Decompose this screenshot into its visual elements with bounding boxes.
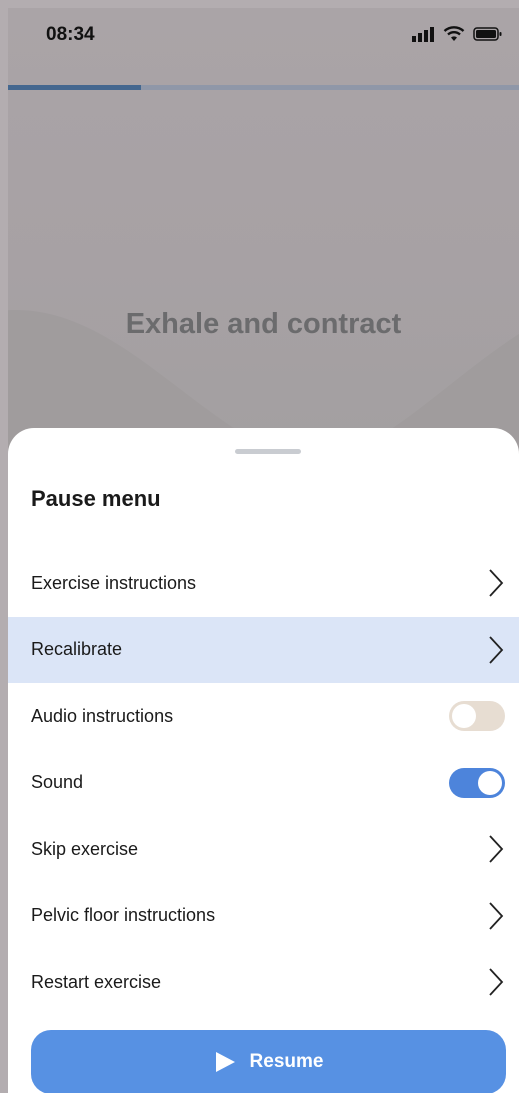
pause-menu-title: Pause menu [31, 486, 161, 511]
menu-item-sound: Sound [8, 750, 519, 817]
status-icons [411, 26, 503, 42]
menu-item-label: Recalibrate [31, 639, 123, 660]
chevron-right-icon [489, 968, 504, 996]
exercise-prompt: Exhale and contract [125, 308, 402, 340]
menu-item-label: Sound [31, 772, 84, 793]
battery-icon [473, 27, 502, 41]
chevron-right-icon [489, 636, 504, 664]
chevron-right-icon [489, 902, 504, 930]
menu-item-restart-exercise[interactable]: Restart exercise [8, 949, 519, 1016]
play-icon [215, 1052, 235, 1072]
menu-item-skip-exercise[interactable]: Skip exercise [8, 816, 519, 883]
pause-menu-sheet: Pause menu Exercise instructions Recalib… [8, 428, 519, 1093]
audio-instructions-toggle[interactable] [449, 701, 505, 732]
menu-item-audio-instructions: Audio instructions [8, 683, 519, 750]
menu-item-label: Pelvic floor instructions [31, 905, 216, 926]
wifi-icon [443, 26, 465, 41]
resume-button-label: Resume [249, 1051, 324, 1072]
signal-icon [412, 27, 434, 42]
menu-item-label: Exercise instructions [31, 572, 197, 593]
status-time: 08:34 [46, 24, 95, 45]
resume-button[interactable]: Resume [31, 1030, 506, 1093]
chevron-right-icon [489, 569, 504, 597]
status-bar: 08:34 [8, 8, 519, 78]
sound-toggle[interactable] [449, 767, 505, 798]
toggle-knob [478, 770, 502, 795]
toggle-knob [452, 704, 476, 729]
menu-item-label: Audio instructions [31, 705, 174, 726]
menu-item-recalibrate[interactable]: Recalibrate [8, 616, 519, 683]
exercise-progress-bar [8, 85, 519, 90]
sheet-drag-handle[interactable] [235, 449, 301, 454]
menu-item-label: Restart exercise [31, 971, 162, 992]
screen: 08:34 Exhale and contract Pause menu Exe… [8, 8, 519, 1093]
pause-menu-list: Exercise instructions Recalibrate Audio … [8, 550, 519, 1016]
chevron-right-icon [489, 835, 504, 863]
menu-item-exercise-instructions[interactable]: Exercise instructions [8, 550, 519, 617]
menu-item-label: Skip exercise [31, 838, 139, 859]
exercise-progress-fill [8, 85, 141, 90]
menu-item-pelvic-floor-instructions[interactable]: Pelvic floor instructions [8, 883, 519, 950]
